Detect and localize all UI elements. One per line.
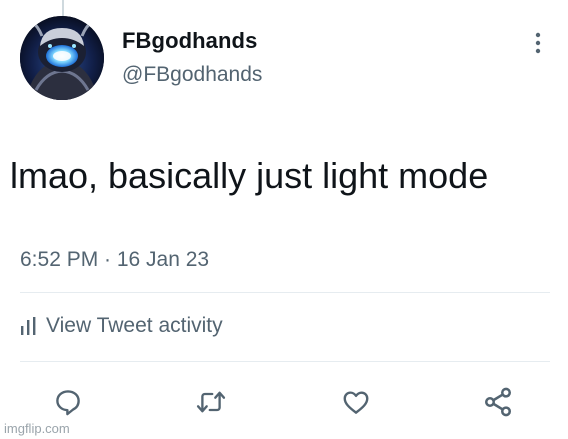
reply-icon bbox=[56, 390, 80, 416]
divider bbox=[20, 292, 550, 293]
view-tweet-activity-link[interactable]: View Tweet activity bbox=[20, 314, 223, 338]
display-name[interactable]: FBgodhands bbox=[122, 28, 257, 54]
watermark: imgflip.com bbox=[4, 421, 70, 436]
share-icon bbox=[485, 387, 511, 417]
divider bbox=[20, 361, 550, 362]
retweet-icon bbox=[196, 391, 226, 413]
share-button[interactable] bbox=[480, 384, 516, 420]
reply-button[interactable] bbox=[50, 384, 86, 420]
user-handle[interactable]: @FBgodhands bbox=[122, 63, 262, 87]
view-tweet-activity-label: View Tweet activity bbox=[46, 314, 223, 337]
more-options-button[interactable] bbox=[526, 28, 550, 58]
more-vertical-icon bbox=[535, 32, 541, 54]
tweet-timestamp[interactable]: 6:52 PM · 16 Jan 23 bbox=[20, 248, 209, 272]
avatar[interactable] bbox=[20, 16, 104, 100]
bar-chart-icon bbox=[21, 317, 36, 335]
tweet-text: lmao, basically just light mode bbox=[10, 155, 489, 196]
heart-icon bbox=[343, 391, 369, 414]
retweet-button[interactable] bbox=[193, 384, 229, 420]
tweet-action-bar bbox=[0, 384, 568, 420]
thread-connector-line bbox=[62, 0, 64, 16]
avatar-image bbox=[20, 16, 104, 100]
like-button[interactable] bbox=[338, 384, 374, 420]
